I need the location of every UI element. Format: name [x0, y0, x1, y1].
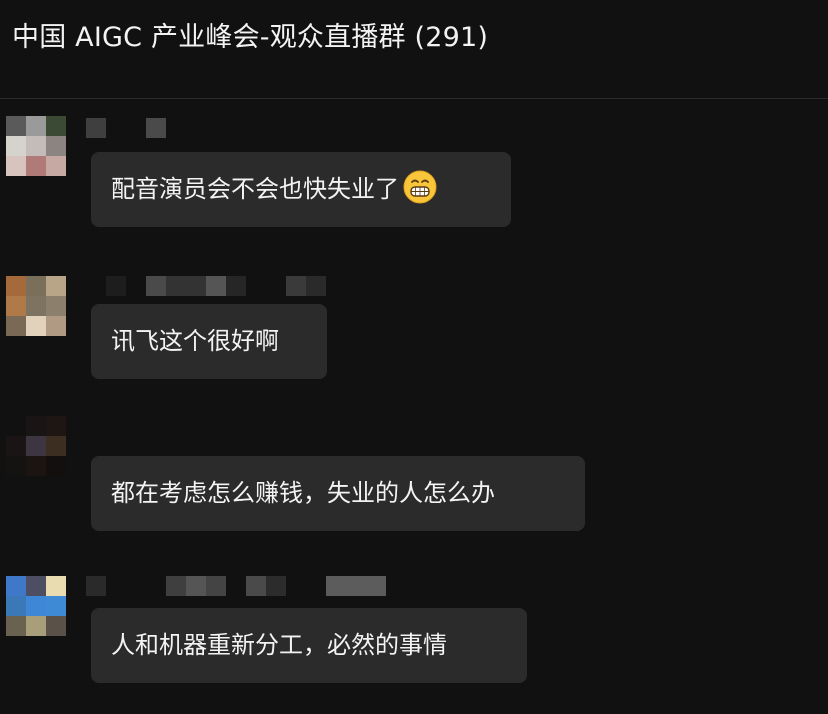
chat-header: 中国 AIGC 产业峰会-观众直播群 (291) — [0, 0, 828, 99]
avatar[interactable] — [6, 276, 66, 336]
message-bubble[interactable]: 讯飞这个很好啊 — [91, 304, 327, 379]
message-text: 都在考虑怎么赚钱，失业的人怎么办 — [111, 479, 495, 507]
message-text: 配音演员会不会也快失业了 — [111, 175, 399, 203]
message-text: 讯飞这个很好啊 — [111, 327, 279, 355]
message-text: 人和机器重新分工，必然的事情 — [111, 631, 447, 659]
group-title: 中国 AIGC 产业峰会-观众直播群 (291) — [12, 22, 489, 53]
grinning-face-icon — [403, 170, 437, 204]
message-bubble[interactable]: 人和机器重新分工，必然的事情 — [91, 608, 527, 683]
avatar[interactable] — [6, 116, 66, 176]
avatar[interactable] — [6, 576, 66, 636]
avatar[interactable] — [6, 416, 66, 476]
message-bubble[interactable]: 配音演员会不会也快失业了 — [91, 152, 511, 227]
message-bubble[interactable]: 都在考虑怎么赚钱，失业的人怎么办 — [91, 456, 585, 531]
